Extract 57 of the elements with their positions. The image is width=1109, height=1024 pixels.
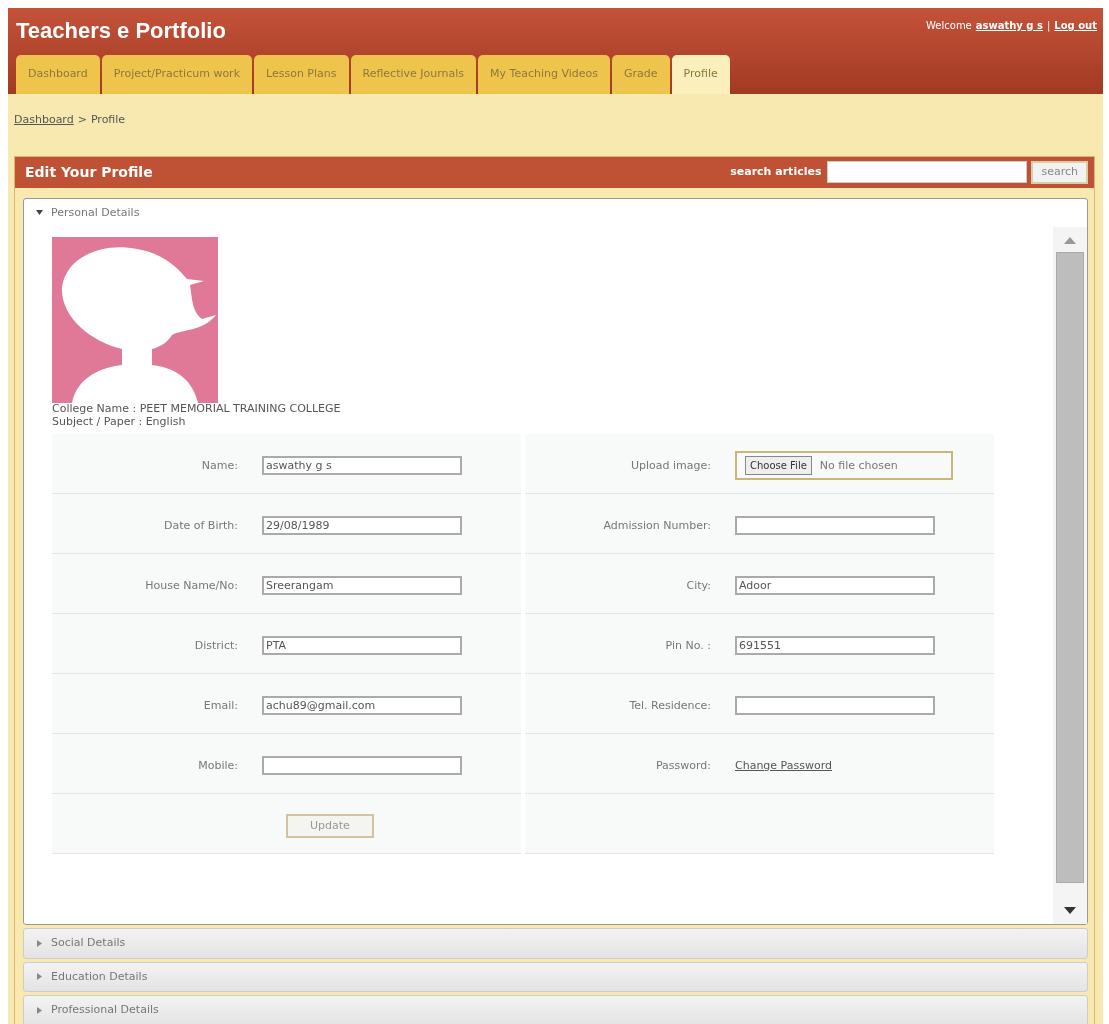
field-label: District: — [193, 637, 239, 654]
panel-title: Edit Your Profile — [25, 162, 154, 182]
nav-tab[interactable]: Grade — [612, 55, 670, 94]
separator-text: | — [1046, 19, 1051, 33]
input-field[interactable]: PTA — [262, 636, 462, 656]
scroll-up-icon[interactable] — [1064, 237, 1076, 244]
nav-tab[interactable]: Lesson Plans — [254, 55, 349, 94]
field-label: Admission Number: — [602, 517, 712, 534]
field-label: Password: — [654, 757, 712, 774]
input-field[interactable] — [262, 756, 462, 776]
section-header[interactable]: Professional Details — [51, 1002, 159, 1019]
section-header[interactable]: Social Details — [51, 935, 126, 952]
choose-file-button[interactable]: Choose File — [745, 456, 812, 476]
breadcrumb-link[interactable]: Dashboard — [14, 111, 74, 128]
nav-tab[interactable]: Reflective Journals — [350, 55, 477, 94]
field-label: Date of Birth: — [163, 517, 239, 534]
field-label: House Name/No: — [144, 577, 239, 594]
input-field[interactable] — [735, 516, 935, 536]
field-label: Email: — [202, 697, 239, 714]
profile-info-text: Subject / Paper : English — [52, 415, 187, 429]
search-field[interactable] — [827, 161, 1028, 184]
field-label: Pin No. : — [664, 637, 712, 654]
site-title: Teachers e Portfolio — [16, 17, 226, 45]
input-field[interactable] — [735, 696, 935, 716]
search-button[interactable]: search — [1031, 161, 1088, 184]
scroll-down-icon[interactable] — [1064, 907, 1076, 914]
breadcrumb-current: Profile — [90, 111, 126, 128]
field-label: City: — [685, 577, 712, 594]
change-password-link[interactable]: Change Password — [735, 757, 832, 775]
input-field[interactable]: achu89@gmail.com — [262, 696, 462, 716]
input-field[interactable]: Adoor — [735, 576, 935, 596]
field-label: Name: — [200, 457, 239, 474]
scrollbar-thumb[interactable] — [1056, 252, 1084, 883]
input-field[interactable]: 691551 — [735, 636, 935, 656]
user-link[interactable]: aswathy g s — [975, 18, 1043, 33]
nav-tab[interactable]: Project/Practicum work — [101, 55, 252, 94]
field-label: Upload image: — [630, 457, 712, 474]
file-status-text: No file chosen — [819, 457, 898, 474]
field-label: Tel. Residence: — [628, 697, 712, 714]
scrollbar[interactable] — [1053, 227, 1087, 924]
section-header[interactable]: Personal Details — [51, 204, 140, 221]
search-label: search articles — [730, 164, 822, 180]
input-field[interactable]: 29/08/1989 — [262, 516, 462, 536]
update-button[interactable]: Update — [286, 813, 374, 839]
input-field[interactable]: Sreerangam — [262, 576, 462, 596]
section-header[interactable]: Education Details — [51, 968, 148, 985]
nav-tab[interactable]: My Teaching Videos — [478, 55, 610, 94]
breadcrumb-separator: > — [77, 111, 87, 128]
input-field[interactable]: aswathy g s — [262, 456, 462, 476]
logout-link[interactable]: Log out — [1054, 18, 1097, 33]
nav-tab[interactable]: Profile — [671, 55, 730, 94]
profile-info-text: College Name : PEET MEMORIAL TRAINING COLLEGE — [52, 403, 342, 416]
welcome-text: Welcome — [926, 19, 972, 33]
avatar-icon — [52, 237, 218, 403]
nav-tab[interactable]: Dashboard — [16, 55, 100, 94]
field-label: Mobile: — [197, 757, 239, 774]
file-upload-field[interactable]: Choose File No file chosen — [735, 451, 953, 481]
